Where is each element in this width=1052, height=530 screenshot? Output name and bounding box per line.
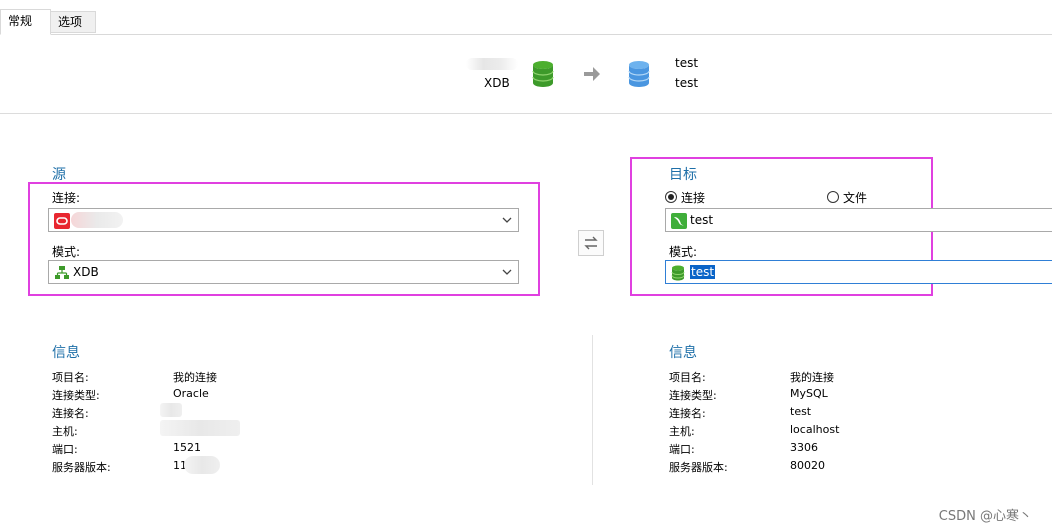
source-info-key: 端口:: [52, 443, 78, 456]
source-connection-name-redacted: [160, 403, 182, 417]
source-schema-select[interactable]: XDB: [48, 260, 519, 284]
source-version-redacted: [184, 456, 220, 474]
swap-icon: [584, 236, 598, 250]
tab-options[interactable]: 选项: [51, 11, 96, 33]
source-info-value: 我的连接: [173, 371, 217, 384]
target-info-key: 端口:: [669, 443, 695, 456]
source-info-key: 服务器版本:: [52, 461, 111, 474]
header-target-connection: test: [675, 56, 699, 70]
source-info-key: 项目名:: [52, 371, 89, 384]
source-info-key: 连接名:: [52, 407, 89, 420]
chevron-down-icon[interactable]: [500, 213, 514, 227]
target-connection-select[interactable]: test: [665, 208, 1052, 232]
target-schema-value: test: [690, 265, 716, 279]
target-schema-input[interactable]: test: [665, 260, 1052, 284]
source-connection-name-redacted: [466, 58, 518, 70]
target-info-title: 信息: [669, 345, 697, 361]
header-target-schema: test: [675, 76, 699, 90]
radio-connection[interactable]: [665, 191, 677, 203]
database-icon: [671, 265, 685, 284]
source-info-key: 主机:: [52, 425, 78, 438]
target-info-value: 我的连接: [790, 371, 834, 384]
header-source-schema: XDB: [484, 76, 510, 90]
target-database-icon: [627, 60, 651, 91]
tab-bar: [0, 0, 1052, 35]
source-schema-label: 模式:: [52, 245, 81, 259]
target-info-value: test: [790, 405, 812, 418]
schema-icon: [54, 265, 70, 284]
target-info-key: 主机:: [669, 425, 695, 438]
target-info-value: 3306: [790, 441, 818, 454]
oracle-connection-icon: [54, 213, 70, 232]
info-divider: [592, 335, 593, 485]
source-info-value: Oracle: [173, 387, 209, 400]
source-database-icon: [531, 60, 555, 91]
target-info-key: 项目名:: [669, 371, 706, 384]
target-info-key: 连接名:: [669, 407, 706, 420]
radio-file[interactable]: [827, 191, 839, 203]
source-host-redacted: [160, 420, 240, 436]
chevron-down-icon[interactable]: [500, 265, 514, 279]
target-connection-value: test: [690, 213, 714, 227]
source-info-key: 连接类型:: [52, 389, 100, 402]
source-connection-select[interactable]: [48, 208, 519, 232]
target-info-key: 服务器版本:: [669, 461, 728, 474]
target-info-value: MySQL: [790, 387, 828, 400]
source-schema-value: XDB: [73, 265, 99, 279]
target-info-value: 80020: [790, 459, 825, 472]
source-connection-label: 连接:: [52, 191, 81, 205]
swap-button[interactable]: [578, 230, 604, 256]
tab-general[interactable]: 常规: [0, 9, 51, 35]
radio-file-label[interactable]: 文件: [843, 189, 867, 206]
target-schema-label: 模式:: [669, 245, 698, 259]
arrow-right-icon: [583, 66, 601, 85]
target-info-key: 连接类型:: [669, 389, 717, 402]
header-divider: [0, 113, 1052, 114]
source-connection-value-redacted: [71, 212, 123, 228]
mysql-connection-icon: [671, 213, 687, 232]
source-info-value: 1521: [173, 441, 201, 454]
source-info-title: 信息: [52, 345, 80, 361]
radio-connection-label[interactable]: 连接: [681, 189, 705, 206]
watermark: CSDN @心寒丶: [938, 509, 1032, 524]
source-section-title: 源: [52, 167, 66, 183]
target-info-value: localhost: [790, 423, 840, 436]
